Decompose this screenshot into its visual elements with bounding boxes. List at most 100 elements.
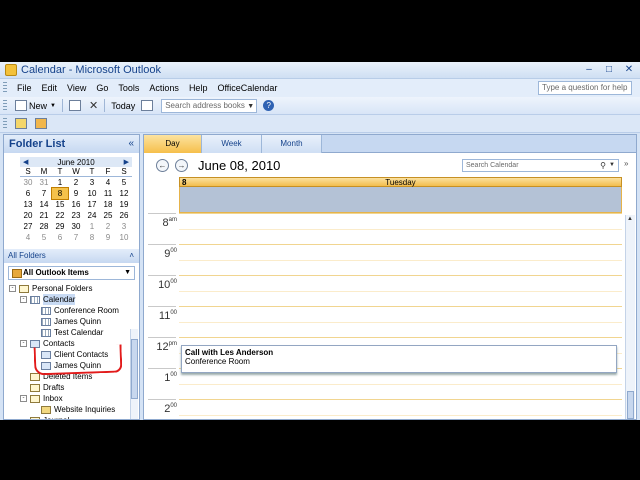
mini-calendar-day[interactable]: 6 — [20, 188, 36, 199]
chevron-down-icon[interactable]: ▼ — [609, 160, 615, 171]
menu-file[interactable]: File — [12, 83, 37, 93]
tab-month[interactable]: Month — [262, 135, 322, 153]
mini-calendar-day[interactable]: 25 — [100, 210, 116, 221]
mini-calendar-day[interactable]: 29 — [52, 221, 68, 232]
folder-tree-item[interactable]: - Calendar — [4, 294, 139, 305]
folder-tree-item[interactable]: Website Inquiries — [4, 404, 139, 415]
collapse-icon[interactable]: - — [9, 285, 16, 292]
help-search-input[interactable]: Type a question for help — [538, 81, 632, 95]
restore-icon[interactable]: □ — [602, 64, 616, 76]
tool-button[interactable] — [32, 116, 52, 132]
delete-button[interactable]: ✕ — [86, 98, 101, 114]
mini-calendar-day[interactable]: 12 — [116, 188, 132, 199]
address-book-button[interactable] — [138, 98, 158, 114]
menu-edit[interactable]: Edit — [37, 83, 63, 93]
toolbar-grip-icon[interactable] — [3, 82, 7, 94]
mini-calendar-day[interactable]: 7 — [36, 188, 52, 199]
menu-help[interactable]: Help — [184, 83, 213, 93]
mini-calendar-day[interactable]: 9 — [68, 188, 84, 199]
minimize-icon[interactable]: – — [582, 64, 596, 76]
mini-calendar-day[interactable]: 30 — [68, 221, 84, 232]
menu-actions[interactable]: Actions — [144, 83, 184, 93]
mini-calendar-day[interactable]: 28 — [36, 221, 52, 232]
mini-calendar-day[interactable]: 2 — [68, 177, 84, 188]
mini-calendar-day[interactable]: 19 — [116, 199, 132, 210]
all-day-events-area[interactable] — [179, 187, 622, 213]
mini-calendar-day[interactable]: 17 — [84, 199, 100, 210]
close-icon[interactable]: ✕ — [622, 64, 636, 76]
chevron-up-icon[interactable]: ˄ — [129, 249, 134, 263]
mini-calendar-day[interactable]: 10 — [116, 232, 132, 243]
forward-arrow-icon[interactable]: → — [175, 159, 188, 172]
mini-calendar-day[interactable]: 10 — [84, 188, 100, 199]
mini-calendar-day[interactable]: 7 — [68, 232, 84, 243]
folder-tree-item[interactable]: James Quinn — [4, 316, 139, 327]
new-button[interactable]: New ▼ — [12, 98, 59, 114]
chevron-down-icon[interactable]: ▼ — [124, 267, 131, 279]
tab-day[interactable]: Day — [144, 135, 202, 153]
day-header[interactable]: Tuesday 8 — [179, 177, 622, 187]
folder-tree-item[interactable]: Test Calendar — [4, 327, 139, 338]
expand-search-icon[interactable]: » — [624, 159, 628, 168]
mini-calendar-day[interactable]: 5 — [36, 232, 52, 243]
mini-calendar-day[interactable]: 31 — [36, 177, 52, 188]
mini-calendar-day[interactable]: 14 — [36, 199, 52, 210]
menu-tools[interactable]: Tools — [113, 83, 144, 93]
print-button[interactable] — [66, 98, 86, 114]
chevron-down-icon[interactable]: ▼ — [50, 103, 56, 109]
mini-calendar-day[interactable]: 3 — [84, 177, 100, 188]
mini-calendar-day[interactable]: 6 — [52, 232, 68, 243]
next-month-icon[interactable]: ▶ — [121, 158, 132, 166]
folder-tree-item[interactable]: Drafts — [4, 382, 139, 393]
mini-calendar-day[interactable]: 24 — [84, 210, 100, 221]
menu-go[interactable]: Go — [91, 83, 113, 93]
collapse-icon[interactable]: - — [20, 340, 27, 347]
mini-calendar-day[interactable]: 26 — [116, 210, 132, 221]
folder-tree-item[interactable]: - Inbox — [4, 393, 139, 404]
scroll-up-icon[interactable]: ▲ — [627, 216, 633, 222]
mini-calendar-day[interactable]: 20 — [20, 210, 36, 221]
mini-calendar-day[interactable]: 11 — [100, 188, 116, 199]
folder-tree-item[interactable]: - Personal Folders — [4, 283, 139, 294]
mini-calendar-day[interactable]: 18 — [100, 199, 116, 210]
address-search-input[interactable]: Search address books ▼ — [161, 98, 258, 113]
folder-scrollbar[interactable] — [130, 329, 138, 419]
mini-calendar-day[interactable]: 5 — [116, 177, 132, 188]
folder-tree-item[interactable]: Conference Room — [4, 305, 139, 316]
mini-calendar-day[interactable]: 4 — [100, 177, 116, 188]
search-calendar-input[interactable]: Search Calendar ⚲ ▼ — [462, 159, 619, 172]
calendar-scrollbar[interactable]: ▲ — [625, 215, 635, 419]
mini-calendar-day[interactable]: 22 — [52, 210, 68, 221]
mini-calendar-day[interactable]: 13 — [20, 199, 36, 210]
mini-calendar-day[interactable]: 9 — [100, 232, 116, 243]
tab-week[interactable]: Week — [202, 135, 262, 153]
collapse-pane-icon[interactable]: « — [128, 135, 134, 153]
mini-calendar-day[interactable]: 21 — [36, 210, 52, 221]
help-icon[interactable]: ? — [263, 100, 275, 111]
mini-calendar-day[interactable]: 2 — [100, 221, 116, 232]
search-icon[interactable]: ⚲ — [600, 160, 606, 171]
collapse-icon[interactable]: - — [20, 395, 27, 402]
prev-month-icon[interactable]: ◀ — [20, 158, 31, 166]
mini-calendar-day[interactable]: 1 — [52, 177, 68, 188]
scrollbar-thumb[interactable] — [131, 339, 138, 399]
toolbar-grip-icon[interactable] — [3, 99, 7, 112]
tool-button[interactable] — [12, 116, 32, 132]
mini-calendar-selected-day[interactable]: 8 — [51, 187, 69, 200]
all-outlook-items-dropdown[interactable]: All Outlook Items ▼ — [8, 266, 135, 280]
mini-calendar-day[interactable]: 1 — [84, 221, 100, 232]
today-button[interactable]: Today — [108, 98, 138, 114]
chevron-down-icon[interactable]: ▼ — [247, 101, 254, 113]
menu-officecalendar[interactable]: OfficeCalendar — [212, 83, 282, 93]
mini-calendar-day[interactable]: 16 — [68, 199, 84, 210]
scrollbar-thumb[interactable] — [627, 391, 634, 419]
mini-calendar-day[interactable]: 27 — [20, 221, 36, 232]
collapse-icon[interactable]: - — [20, 296, 27, 303]
toolbar-grip-icon[interactable] — [3, 117, 7, 130]
mini-calendar-day[interactable]: 8 — [84, 232, 100, 243]
back-arrow-icon[interactable]: ← — [156, 159, 169, 172]
appointment-call-with-les-anderson[interactable]: Call with Les Anderson Conference Room — [181, 345, 617, 373]
day-time-grid[interactable] — [179, 213, 622, 419]
mini-calendar-day[interactable]: 3 — [116, 221, 132, 232]
mini-calendar-day[interactable]: 4 — [20, 232, 36, 243]
